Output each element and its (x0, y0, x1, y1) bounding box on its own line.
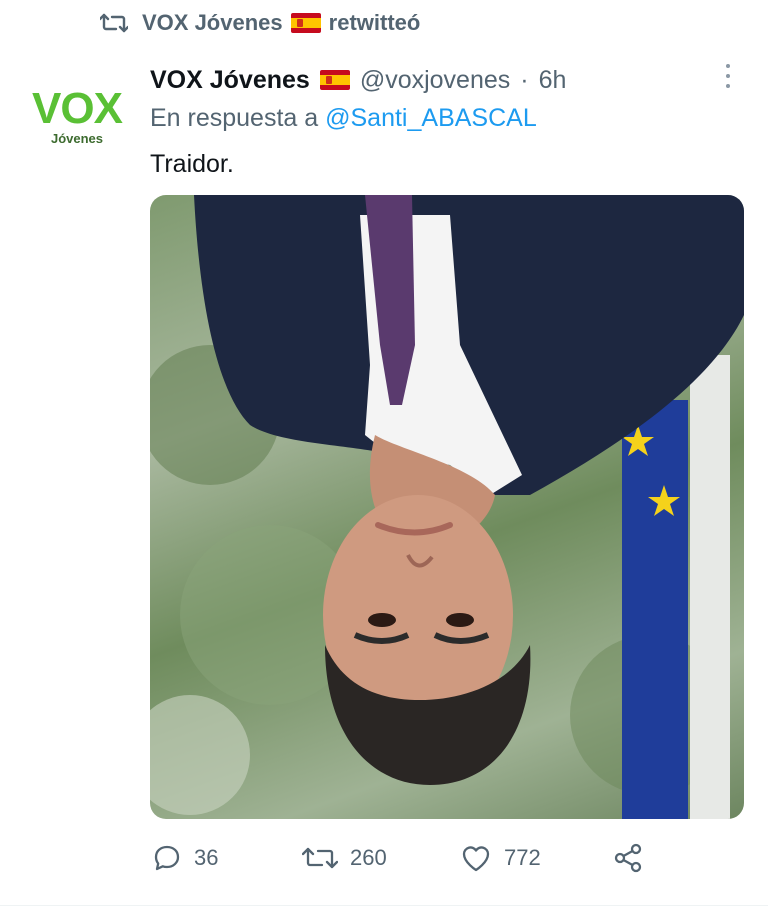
reply-icon (154, 845, 180, 871)
retweet-context: VOX Jóvenes retwitteó (100, 8, 420, 38)
retweet-icon (100, 13, 128, 33)
reply-count: 36 (194, 845, 219, 870)
more-options-icon[interactable] (718, 60, 738, 92)
share-icon (614, 843, 642, 873)
retweet-icon (302, 847, 338, 869)
reply-prefix: En respuesta a (150, 104, 319, 132)
spain-flag-icon (290, 13, 321, 33)
photo-icon (150, 195, 744, 819)
author-handle[interactable]: @voxjovenes (360, 66, 510, 95)
tweet-photo[interactable] (150, 195, 744, 819)
reply-context: En respuesta a @Santi_ABASCAL (150, 104, 537, 133)
heart-icon (462, 846, 490, 872)
tweet-time[interactable]: 6h (539, 66, 567, 95)
retweeter-name[interactable]: VOX Jóvenes (142, 10, 283, 36)
like-count: 772 (504, 845, 541, 870)
retweet-label: retwitteó (328, 10, 421, 35)
retweet-count: 260 (350, 845, 387, 870)
tweet-text: Traidor. (150, 150, 234, 178)
author-name[interactable]: VOX Jóvenes (150, 66, 310, 95)
avatar[interactable]: VOX Jóvenes (22, 86, 132, 166)
reply-button[interactable]: 36 (152, 836, 218, 880)
retweet-button[interactable]: 260 (302, 836, 387, 880)
separator-dot: · (520, 65, 529, 94)
tweet-header: VOX Jóvenes @voxjovenes · 6h (150, 62, 566, 98)
avatar-logo-sub: Jóvenes (50, 131, 104, 146)
like-button[interactable]: 772 (460, 836, 541, 880)
divider (0, 905, 768, 906)
reply-mention-link[interactable]: @Santi_ABASCAL (325, 104, 537, 132)
spain-flag-icon (319, 70, 350, 90)
share-button[interactable] (612, 836, 644, 880)
tweet-actions: 36 260 772 (150, 836, 670, 880)
avatar-logo-text: VOX (32, 84, 123, 133)
